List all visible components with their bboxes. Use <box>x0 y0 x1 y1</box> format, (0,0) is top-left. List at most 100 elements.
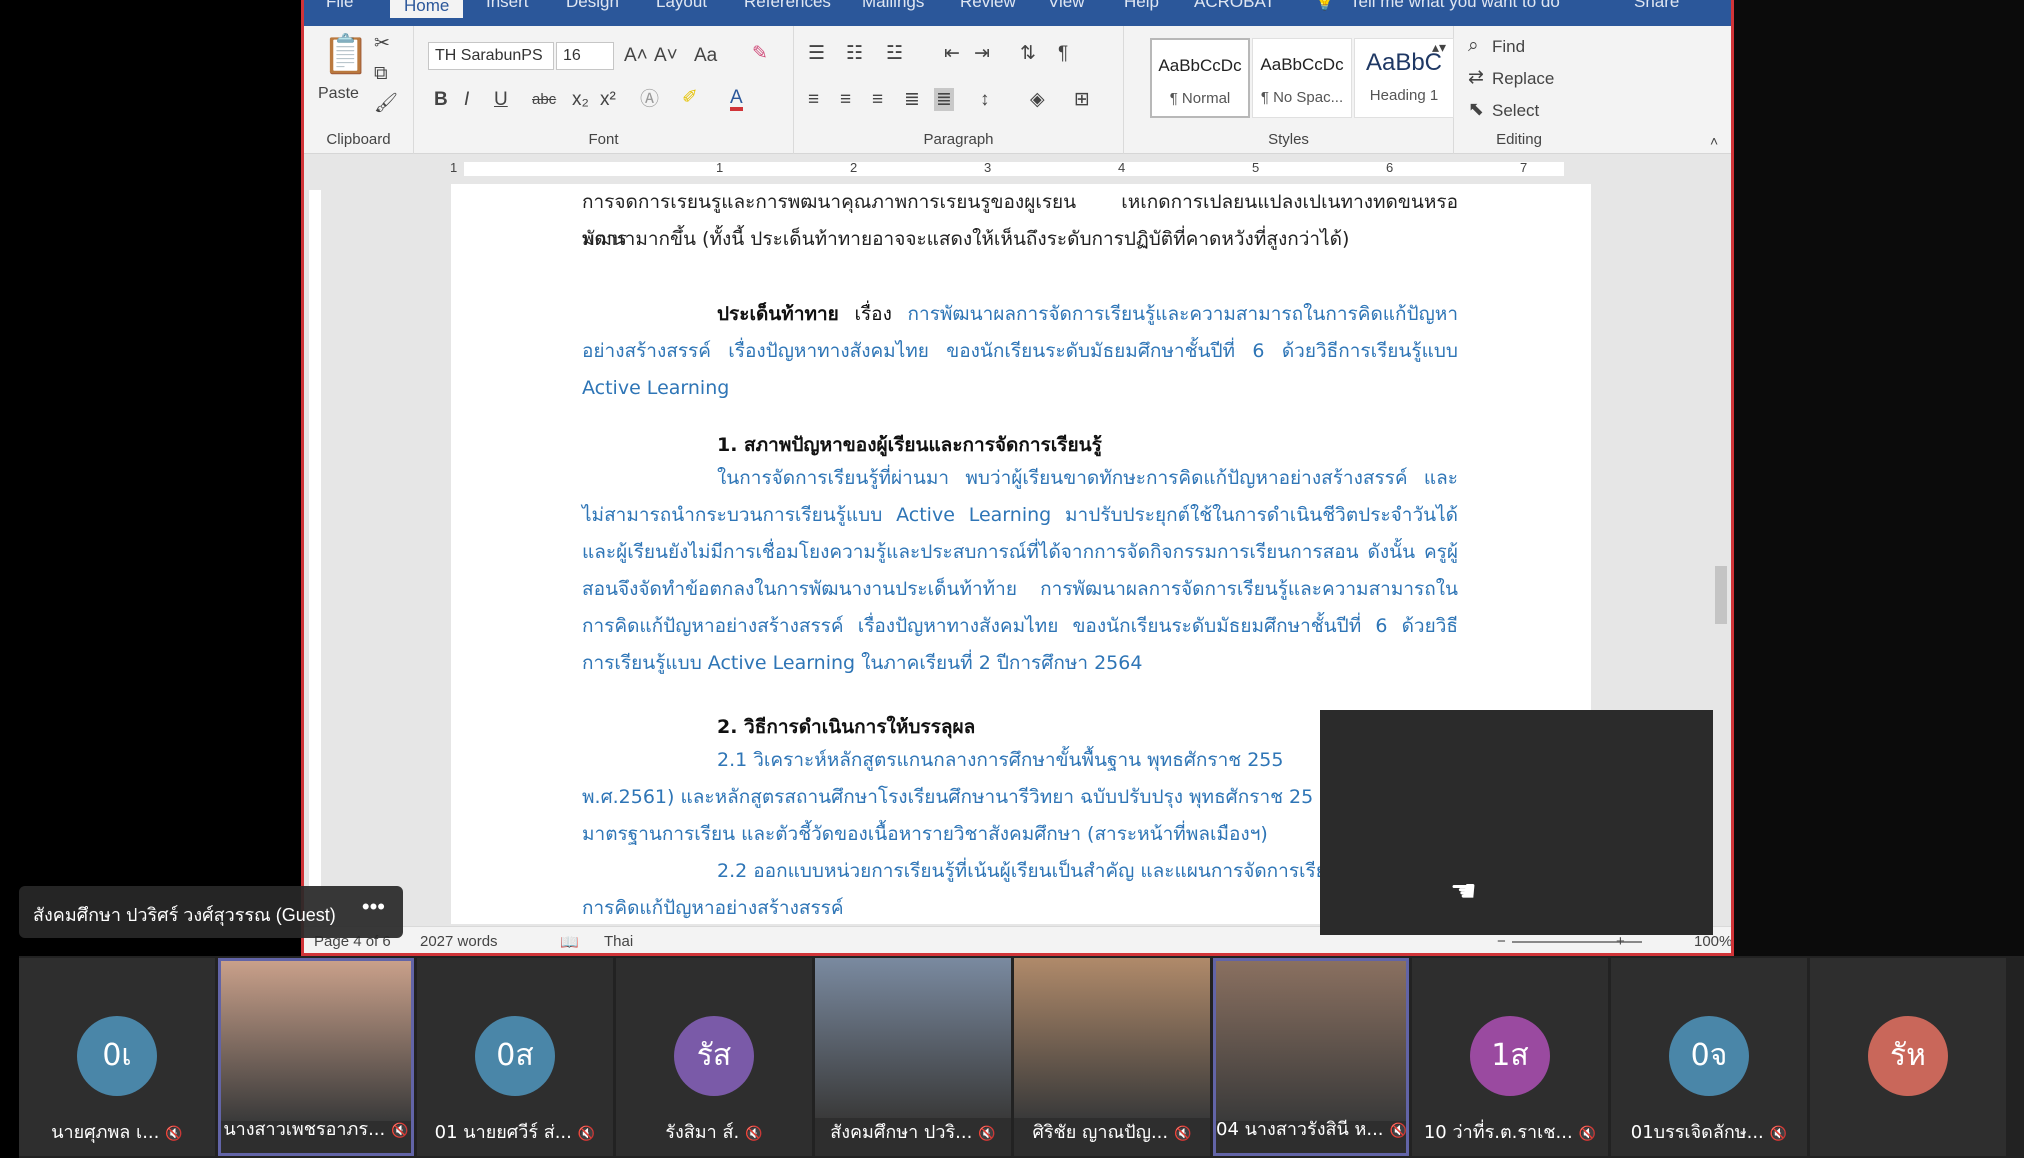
tab-review[interactable]: Review <box>960 0 1016 12</box>
participant-video <box>815 958 1011 1118</box>
scroll-thumb[interactable] <box>1715 566 1727 624</box>
bold-button[interactable]: B <box>434 90 448 109</box>
participant-name: สังคมศึกษา ปวริ... 🔇 <box>815 1117 1011 1146</box>
shading-icon[interactable]: ◈ <box>1030 90 1045 109</box>
participant-tile[interactable]: นางสาวเพชรอาภร... 🔇 <box>218 958 414 1156</box>
numbering-icon[interactable]: ☷ <box>846 44 863 63</box>
replace-icon: ⇄ <box>1468 67 1484 88</box>
tell-me-search[interactable]: Tell me what you want to do <box>1350 0 1560 12</box>
styles-scroll-icon[interactable]: ▴▾ <box>1432 40 1446 54</box>
challenge-word: เรื่อง <box>854 303 892 325</box>
participant-name-text: สังคมศึกษา ปวริ... <box>830 1122 973 1143</box>
justify-icon[interactable]: ≣ <box>904 90 920 109</box>
format-painter-icon[interactable]: 🖌 <box>374 94 398 113</box>
tab-insert[interactable]: Insert <box>486 0 529 12</box>
tab-file[interactable]: File <box>326 0 353 12</box>
share-button[interactable]: Share <box>1634 0 1679 12</box>
bullets-icon[interactable]: ☰ <box>808 44 825 63</box>
ribbon-tab-bar: File Home Insert Design Layout Reference… <box>304 0 1731 26</box>
collapse-ribbon-icon[interactable]: ˄ <box>1710 134 1718 148</box>
vertical-scrollbar[interactable] <box>1711 156 1731 926</box>
avatar: รัส <box>674 1016 754 1096</box>
show-formatting-icon[interactable]: ¶ <box>1058 44 1068 63</box>
ruler-tick-label: 5 <box>1252 160 1260 175</box>
more-options-button[interactable]: ••• <box>362 894 385 920</box>
section-1-body: ในการจัดการเรียนรู้ที่ผ่านมา พบว่าผู้เรี… <box>582 467 1458 674</box>
tab-mailings[interactable]: Mailings <box>862 0 924 12</box>
tab-references[interactable]: References <box>744 0 831 12</box>
select-icon: ⬉ <box>1468 99 1484 120</box>
tab-home[interactable]: Home <box>390 0 464 18</box>
font-family-select[interactable]: TH SarabunPS <box>428 42 554 70</box>
paste-button[interactable]: Paste <box>318 86 359 102</box>
thai-distributed-icon[interactable]: ≣ <box>934 88 954 111</box>
font-size-select[interactable]: 16 <box>556 42 614 70</box>
underline-button[interactable]: U <box>494 90 508 109</box>
strikethrough-button[interactable]: abc <box>532 92 556 107</box>
participant-tile[interactable]: 04 นางสาวรังสินี ห... 🔇 <box>1213 958 1409 1156</box>
ruler-tick-label: 6 <box>1386 160 1394 175</box>
participant-tile[interactable]: 0เ นายศุภพล เ... 🔇 <box>19 958 215 1156</box>
participant-tile[interactable]: สังคมศึกษา ปวริ... 🔇 <box>815 958 1011 1156</box>
replace-button[interactable]: Replace <box>1492 70 1554 87</box>
superscript-button[interactable]: x² <box>600 90 616 109</box>
style-no-spacing[interactable]: AaBbCcDc ¶ No Spac... <box>1252 38 1352 118</box>
align-left-icon[interactable]: ≡ <box>808 90 819 109</box>
proofing-icon[interactable]: 📖 <box>560 933 579 951</box>
ruler-tick-label: 1 <box>450 160 458 175</box>
cut-icon[interactable]: ✂ <box>374 34 390 53</box>
increase-indent-icon[interactable]: ⇥ <box>974 44 990 63</box>
font-color-button[interactable]: A <box>730 88 743 111</box>
font-group: TH SarabunPS 16 A˄ A˅ Aa ✎ B I U abc x₂ … <box>414 26 794 154</box>
participant-name: นางสาวเพชรอาภร... 🔇 <box>221 1114 411 1143</box>
line-spacing-icon[interactable]: ↕ <box>980 90 990 109</box>
zoom-level[interactable]: 100% <box>1694 933 1731 950</box>
grow-font-button[interactable]: A˄ <box>624 46 648 65</box>
zoom-in-icon[interactable]: + <box>1616 933 1625 950</box>
select-button[interactable]: Select <box>1492 102 1539 119</box>
copy-icon[interactable]: ⧉ <box>374 64 388 83</box>
mic-off-icon: 🔇 <box>165 1126 183 1142</box>
participant-video <box>1216 961 1406 1121</box>
participant-name-text: นายศุภพล เ... <box>51 1122 160 1143</box>
subscript-button[interactable]: x₂ <box>572 90 589 109</box>
participant-tile[interactable]: 0ส 01 นายยศวีร์ ส่... 🔇 <box>417 958 613 1156</box>
participant-name: 04 นางสาวรังสินี ห... 🔇 <box>1216 1114 1406 1143</box>
multilevel-list-icon[interactable]: ☳ <box>886 44 903 63</box>
participant-tile[interactable]: ศิริชัย ญาณปัญ... 🔇 <box>1014 958 1210 1156</box>
tab-design[interactable]: Design <box>566 0 619 12</box>
tab-layout[interactable]: Layout <box>656 0 707 12</box>
sort-icon[interactable]: ⇅ <box>1020 44 1036 63</box>
vertical-ruler[interactable] <box>304 184 326 924</box>
tab-view[interactable]: View <box>1048 0 1085 12</box>
align-center-icon[interactable]: ≡ <box>840 90 851 109</box>
participant-tile[interactable]: 0จ 01บรรเจิดลักษ... 🔇 <box>1611 958 1807 1156</box>
participant-tile[interactable]: รัส รังสิมา ส์. 🔇 <box>616 958 812 1156</box>
clear-formatting-icon[interactable]: ✎ <box>752 44 768 63</box>
style-normal[interactable]: AaBbCcDc ¶ Normal <box>1150 38 1250 118</box>
word-count[interactable]: 2027 words <box>420 933 498 950</box>
mic-off-icon: 🔇 <box>1389 1123 1406 1139</box>
italic-button[interactable]: I <box>464 90 469 109</box>
mic-off-icon: 🔇 <box>1174 1126 1192 1142</box>
style-sample: AaBbCcDc <box>1158 56 1242 75</box>
decrease-indent-icon[interactable]: ⇤ <box>944 44 960 63</box>
language-indicator[interactable]: Thai <box>604 933 633 950</box>
participant-video <box>1014 958 1210 1118</box>
participant-tile[interactable]: 1ส 10 ว่าที่ร.ต.ราเช... 🔇 <box>1412 958 1608 1156</box>
find-button[interactable]: Find <box>1492 38 1525 55</box>
horizontal-ruler[interactable]: 1 1 2 3 4 5 6 7 <box>324 156 1706 182</box>
tab-help[interactable]: Help <box>1124 0 1159 12</box>
change-case-button[interactable]: Aa <box>694 46 717 65</box>
highlight-icon[interactable]: ✐ <box>682 88 698 107</box>
participant-name-text: 10 ว่าที่ร.ต.ราเช... <box>1423 1122 1573 1143</box>
zoom-out-icon[interactable]: − <box>1497 933 1506 950</box>
tab-acrobat[interactable]: ACROBAT <box>1194 0 1275 12</box>
text-effects-icon[interactable]: Ⓐ <box>640 90 659 109</box>
align-right-icon[interactable]: ≡ <box>872 90 883 109</box>
borders-icon[interactable]: ⊞ <box>1074 90 1090 109</box>
participant-tile[interactable]: รัห <box>1810 958 2006 1156</box>
shrink-font-button[interactable]: A˅ <box>654 46 678 65</box>
participant-name-text: นางสาวเพชรอาภร... <box>223 1119 386 1140</box>
paste-icon[interactable]: 📋 <box>322 36 369 74</box>
